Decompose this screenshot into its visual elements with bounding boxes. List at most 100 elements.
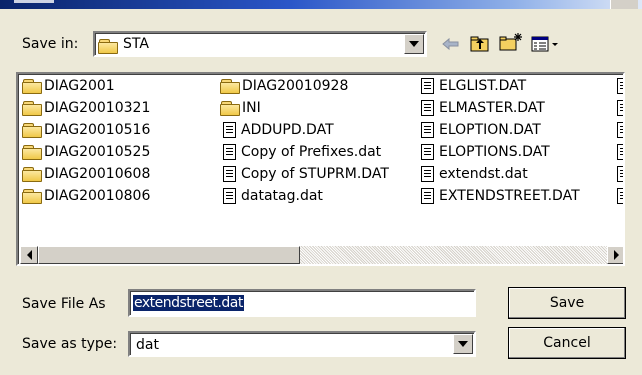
file-item[interactable]: ELGLIST.DAT (418, 76, 526, 96)
file-type-dropdown[interactable]: dat (128, 331, 476, 357)
item-name: ADDUPD.DAT (241, 122, 334, 138)
item-name: DIAG20010608 (44, 166, 151, 182)
file-item[interactable]: ELMASTER.DAT (418, 98, 545, 118)
scrollbar-thumb[interactable] (38, 246, 300, 264)
file-type-dropdown-button[interactable] (453, 334, 473, 354)
file-item[interactable]: ADDUPD.DAT (220, 120, 334, 140)
folder-icon (220, 101, 240, 116)
item-name: Copy of Prefixes.dat (241, 144, 382, 160)
item-name: ELOPTIONS.DAT (439, 144, 550, 160)
save-in-value: STA (123, 36, 149, 52)
file-icon (617, 166, 623, 182)
view-menu-button[interactable] (530, 33, 564, 55)
file-name-value: extendstreet.dat (133, 295, 244, 311)
item-name: ELGLIST.DAT (439, 78, 527, 94)
item-name: DIAG20010928 (242, 78, 349, 94)
file-icon (223, 144, 236, 160)
save-button[interactable]: Save (508, 287, 626, 319)
file-item[interactable]: EXTENDSTREET.DAT (418, 186, 580, 206)
back-button[interactable] (440, 33, 462, 55)
file-item-partial[interactable] (614, 98, 623, 118)
file-item-partial[interactable] (614, 76, 623, 96)
save-in-dropdown[interactable]: STA (93, 31, 427, 57)
file-item-partial[interactable] (614, 164, 623, 184)
title-text-fragment (14, 0, 54, 3)
file-icon (617, 144, 623, 160)
file-icon (617, 78, 623, 94)
up-folder-icon (470, 36, 489, 52)
item-name: DIAG20010525 (44, 144, 151, 160)
item-name: INI (242, 100, 261, 116)
folder-icon (22, 101, 42, 116)
scroll-left-button[interactable] (20, 246, 38, 264)
file-type-value: dat (136, 337, 159, 353)
new-folder-icon (499, 33, 522, 51)
file-item[interactable]: Copy of STUPRM.DAT (220, 164, 389, 184)
item-name: ELMASTER.DAT (439, 100, 545, 116)
folder-item[interactable]: DIAG20010928 (220, 76, 348, 96)
new-folder-button[interactable] (498, 31, 524, 53)
chevron-left-icon (26, 250, 32, 260)
file-icon (421, 188, 434, 204)
folder-icon (220, 79, 240, 94)
file-name-label: Save File As (22, 296, 106, 312)
file-item[interactable]: ELOPTIONS.DAT (418, 142, 550, 162)
file-icon (421, 122, 434, 138)
chevron-down-icon (458, 341, 468, 347)
folder-open-icon (98, 38, 118, 54)
item-name: extendst.dat (439, 166, 528, 182)
file-icon (617, 188, 623, 204)
folder-item[interactable]: DIAG2001 (22, 76, 115, 96)
chevron-right-icon (613, 250, 619, 260)
item-name: Copy of STUPRM.DAT (241, 166, 389, 182)
item-name: EXTENDSTREET.DAT (439, 188, 580, 204)
file-item-partial[interactable] (614, 186, 623, 206)
folder-item[interactable]: DIAG20010806 (22, 186, 150, 206)
file-icon (421, 144, 434, 160)
folder-item[interactable]: INI (220, 98, 261, 118)
back-arrow-icon (442, 37, 459, 51)
folder-item[interactable]: DIAG20010321 (22, 98, 150, 118)
item-name: DIAG2001 (44, 78, 115, 94)
scroll-right-button[interactable] (607, 246, 623, 264)
file-item[interactable]: datatag.dat (220, 186, 323, 206)
file-item[interactable]: Copy of Prefixes.dat (220, 142, 381, 162)
file-icon (223, 166, 236, 182)
folder-item[interactable]: DIAG20010516 (22, 120, 150, 140)
folder-icon (22, 189, 42, 204)
folder-icon (22, 123, 42, 138)
folder-icon (22, 145, 42, 160)
title-bar (0, 0, 642, 9)
file-item-partial[interactable] (614, 142, 623, 162)
item-name: datatag.dat (241, 188, 323, 204)
save-in-dropdown-button[interactable] (404, 34, 424, 54)
item-name: DIAG20010516 (44, 122, 151, 138)
item-name: DIAG20010806 (44, 188, 151, 204)
file-icon (617, 122, 623, 138)
cancel-button[interactable]: Cancel (508, 327, 626, 359)
file-item[interactable]: ELOPTION.DAT (418, 120, 541, 140)
file-name-input[interactable]: extendstreet.dat (128, 289, 476, 317)
chevron-down-icon (409, 41, 419, 47)
item-name: DIAG20010321 (44, 100, 151, 116)
file-icon (223, 188, 236, 204)
file-item-partial[interactable] (614, 120, 623, 140)
up-folder-button[interactable] (468, 33, 492, 55)
folder-icon (22, 167, 42, 182)
horizontal-scrollbar[interactable] (20, 246, 623, 264)
file-icon (617, 100, 623, 116)
file-icon (421, 78, 434, 94)
item-name: ELOPTION.DAT (439, 122, 541, 138)
view-menu-icon (531, 36, 558, 52)
help-button[interactable] (610, 0, 638, 9)
file-icon (223, 122, 236, 138)
folder-item[interactable]: DIAG20010525 (22, 142, 150, 162)
file-list[interactable]: DIAG2001 DIAG20010321 DIAG20010516 DIAG2001… (16, 72, 625, 266)
file-item[interactable]: extendst.dat (418, 164, 528, 184)
file-type-label: Save as type: (22, 336, 118, 352)
save-in-label: Save in: (22, 36, 79, 52)
file-icon (421, 166, 434, 182)
folder-icon (22, 79, 42, 94)
file-icon (421, 100, 434, 116)
folder-item[interactable]: DIAG20010608 (22, 164, 150, 184)
